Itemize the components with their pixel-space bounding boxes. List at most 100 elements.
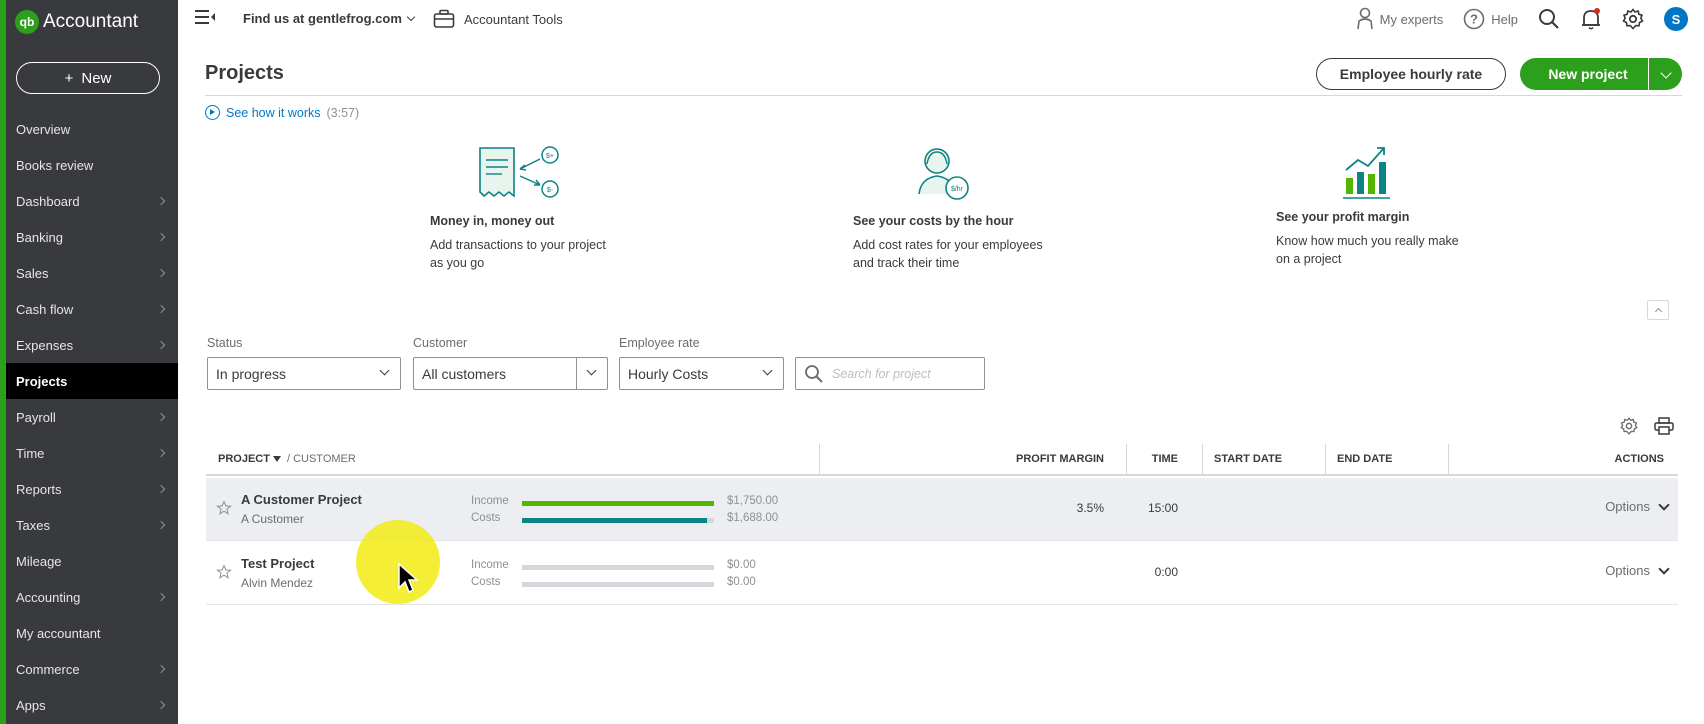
customer-name: A Customer [241,512,304,526]
collapse-intro-button[interactable] [1647,300,1669,320]
brand[interactable]: qb Accountant [15,10,138,34]
customer-filter-select[interactable]: All customers [413,357,608,390]
customer-name: Alvin Mendez [241,576,314,590]
status-filter-label: Status [207,336,243,350]
column-project: PROJECT [218,453,270,465]
page-title: Projects [205,62,284,84]
new-project-label: New project [1548,66,1628,82]
sidebar-item-mileage[interactable]: Mileage [6,543,178,579]
status-filter-value: In progress [216,365,287,382]
row-options-dropdown[interactable]: Options [1605,499,1670,514]
search-icon [805,364,823,383]
income-bar [522,565,714,570]
chevron-down-icon [762,365,773,376]
chevron-right-icon [156,340,166,350]
project-name[interactable]: Test Project [241,556,314,571]
star-icon[interactable] [216,564,232,580]
column-start-date[interactable]: START DATE [1214,444,1282,474]
chevron-right-icon [156,304,166,314]
sidebar-item-label: Dashboard [16,193,80,209]
new-project-button[interactable]: New project [1520,58,1682,90]
chevron-right-icon [156,232,166,242]
sidebar-item-cash-flow[interactable]: Cash flow [6,291,178,327]
sort-desc-icon [272,456,281,462]
new-project-dropdown-toggle[interactable] [1648,58,1682,90]
customer-filter-label: Customer [413,336,468,350]
menu-toggle-icon[interactable] [195,10,215,26]
status-filter-select[interactable]: In progress [207,357,401,390]
find-us-dropdown[interactable]: Find us at gentlefrog.com [243,11,416,26]
top-right-actions: My experts ? Help S [1356,0,1704,38]
svg-text:$/hr: $/hr [951,186,964,193]
gear-icon [1622,8,1644,30]
sidebar-item-expenses[interactable]: Expenses [6,327,178,363]
chevron-right-icon [156,700,166,710]
sidebar-item-accounting[interactable]: Accounting [6,579,178,615]
sidebar-item-label: Overview [16,121,71,137]
chevron-down-icon [379,365,390,376]
sidebar-item-label: Expenses [16,337,74,353]
chevron-right-icon [156,412,166,422]
column-end-date[interactable]: END DATE [1337,444,1392,474]
costs-amount: $0.00 [727,576,756,588]
employee-rate-filter-select[interactable]: Hourly Costs [619,357,784,390]
column-profit-margin[interactable]: PROFIT MARGIN [1016,444,1104,474]
person-icon [1356,7,1373,30]
feature-title: See your profit margin [1276,210,1410,224]
sidebar-item-reports[interactable]: Reports [6,471,178,507]
my-experts-label: My experts [1379,11,1444,27]
video-duration: (3:57) [326,105,360,120]
feature-description: Add cost rates for your employees and tr… [853,238,1043,270]
sidebar-item-projects[interactable]: Projects [6,363,178,399]
sidebar-item-dashboard[interactable]: Dashboard [6,183,178,219]
chevron-down-icon [1658,563,1670,575]
search-icon [1539,9,1559,29]
sidebar-item-label: Sales [16,265,49,281]
new-button[interactable]: + New [16,62,160,94]
sidebar-item-my-accountant[interactable]: My accountant [6,615,178,651]
sidebar-item-payroll[interactable]: Payroll [6,399,178,435]
help-button[interactable]: ? Help [1463,8,1518,30]
table-settings-gear-icon[interactable] [1620,417,1638,435]
sidebar-item-overview[interactable]: Overview [6,111,178,147]
sidebar-item-taxes[interactable]: Taxes [6,507,178,543]
settings-button[interactable] [1622,8,1644,30]
sidebar-item-banking[interactable]: Banking [6,219,178,255]
new-button-label: New [81,69,112,87]
project-name[interactable]: A Customer Project [241,492,362,507]
row-options-dropdown[interactable]: Options [1605,563,1670,578]
project-search[interactable] [795,357,985,390]
bell-icon [1582,8,1600,30]
project-search-input[interactable] [832,366,982,381]
top-bar: Find us at gentlefrog.com Accountant Too… [178,0,1704,38]
my-experts-button[interactable]: My experts [1356,7,1444,31]
sidebar-item-apps[interactable]: Apps [6,687,178,723]
costs-bar [522,582,714,587]
employee-hourly-rate-button[interactable]: Employee hourly rate [1316,58,1506,90]
options-label: Options [1605,499,1650,514]
costs-by-hour-icon: $/hr [918,148,969,200]
mouse-pointer-icon [398,562,419,594]
column-project-customer[interactable]: PROJECT / CUSTOMER [218,444,356,474]
income-amount: $1,750.00 [727,495,779,507]
income-amount: $0.00 [727,559,756,571]
sidebar-item-time[interactable]: Time [6,435,178,471]
sidebar-item-label: Cash flow [16,301,74,317]
money-transactions-icon: $+ $- [479,146,559,198]
star-icon[interactable] [216,500,232,516]
see-how-it-works-link[interactable]: See how it works (3:57) [205,105,359,120]
user-avatar[interactable]: S [1664,7,1688,31]
chevron-right-icon [156,448,166,458]
print-icon[interactable] [1654,417,1674,435]
sidebar-item-commerce[interactable]: Commerce [6,651,178,687]
find-us-label: Find us at gentlefrog.com [243,11,402,26]
time-value: 0:00 [1154,565,1178,579]
help-icon: ? [1463,8,1485,30]
sidebar-item-sales[interactable]: Sales [6,255,178,291]
sidebar-item-label: Commerce [16,661,80,677]
column-time[interactable]: TIME [1152,444,1178,474]
accountant-tools-button[interactable]: Accountant Tools [433,9,563,29]
search-button[interactable] [1538,8,1560,30]
sidebar-item-books-review[interactable]: Books review [6,147,178,183]
notifications-button[interactable] [1580,7,1602,31]
